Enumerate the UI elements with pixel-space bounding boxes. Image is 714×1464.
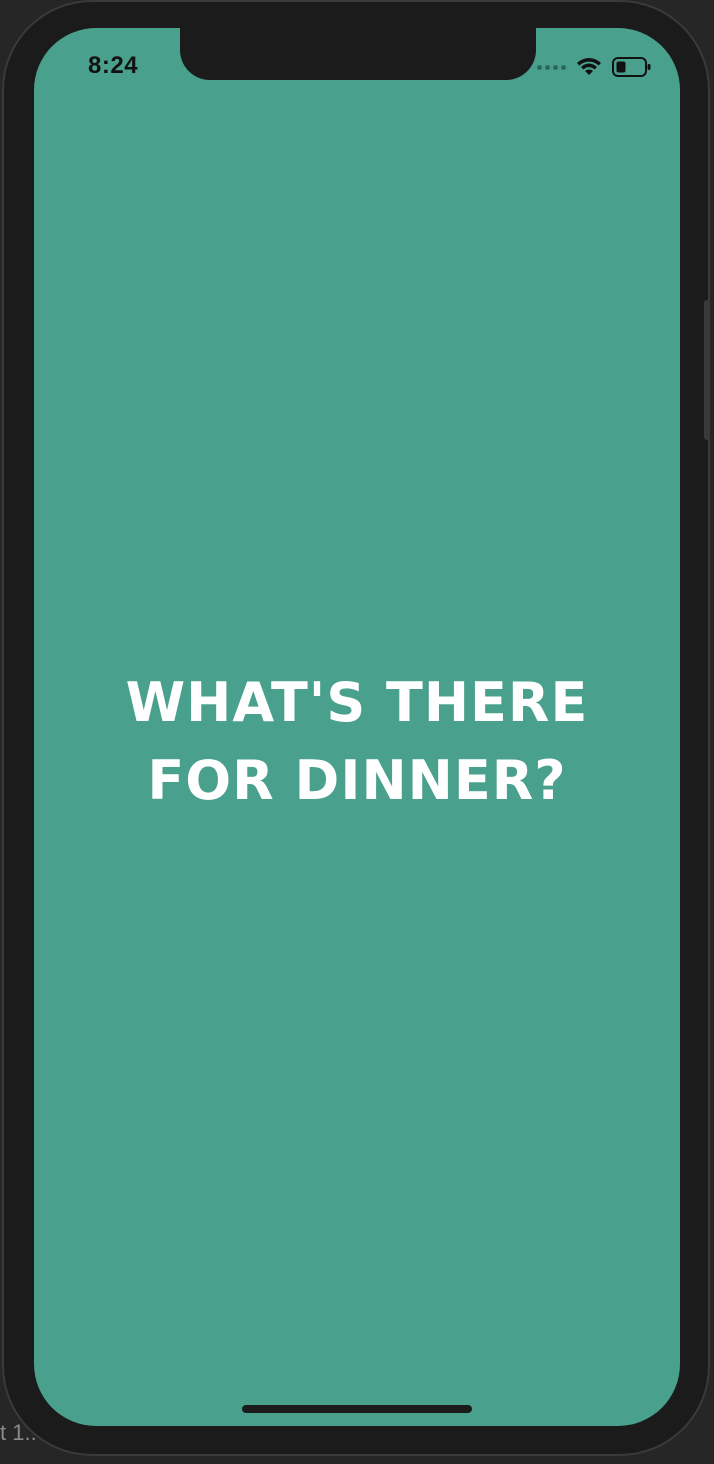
notch bbox=[180, 28, 536, 80]
battery-icon bbox=[612, 56, 652, 78]
side-button bbox=[704, 300, 710, 440]
app-screen: 8:24 WHAT'S THERE FOR DINNER? bbox=[34, 28, 680, 1426]
phone-frame: 8:24 WHAT'S THERE FOR DINNER? bbox=[2, 0, 710, 1456]
status-time: 8:24 bbox=[88, 52, 139, 79]
wifi-icon bbox=[576, 57, 602, 77]
headline-line-2: FOR DINNER? bbox=[147, 749, 567, 812]
home-indicator[interactable] bbox=[242, 1405, 472, 1413]
headline-line-1: WHAT'S THERE bbox=[125, 671, 589, 734]
headline: WHAT'S THERE FOR DINNER? bbox=[34, 664, 680, 820]
cellular-signal-icon bbox=[537, 64, 566, 70]
status-icons bbox=[537, 56, 652, 78]
